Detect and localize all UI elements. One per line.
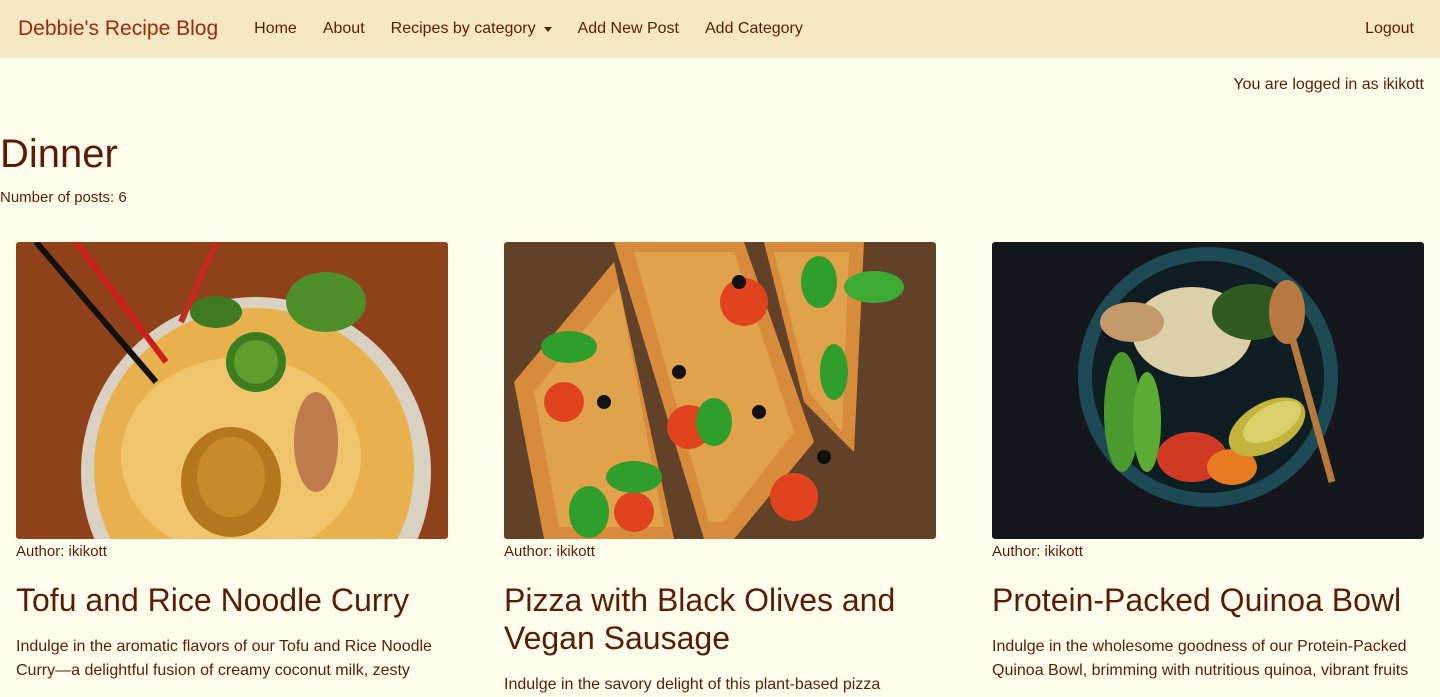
post-card: Author: ikikott Tofu and Rice Noodle Cur… [16,242,448,683]
post-author: Author: ikikott [504,543,595,560]
nav-categories-dropdown[interactable]: Recipes by category [391,20,552,38]
post-author: Author: ikikott [16,543,107,560]
nav-categories-label: Recipes by category [390,20,536,37]
post-excerpt: Indulge in the aromatic flavors of our T… [16,638,432,679]
post-title[interactable]: Pizza with Black Olives and Vegan Sausag… [504,581,936,657]
pizza-photo[interactable] [504,242,936,539]
logout-link[interactable]: Logout [1365,20,1414,38]
brand-link[interactable]: Debbie's Recipe Blog [18,17,218,41]
login-status: You are logged in as ikikott [1233,76,1424,93]
post-excerpt: Indulge in the savory delight of this pl… [504,676,881,693]
navbar: Debbie's Recipe Blog Home About Recipes … [0,0,1440,58]
caret-down-icon [543,26,552,32]
post-excerpt: Indulge in the wholesome goodness of our… [992,638,1409,679]
quinoa-bowl-photo[interactable] [992,242,1424,539]
post-author: Author: ikikott [992,543,1083,560]
post-card: Author: ikikott Protein-Packed Quinoa Bo… [992,242,1424,683]
nav-about-link[interactable]: About [323,20,365,38]
nav-add-post-link[interactable]: Add New Post [578,20,679,38]
nav-add-category-link[interactable]: Add Category [705,20,803,38]
post-count: Number of posts: 6 [0,189,127,206]
post-card: Author: ikikott Pizza with Black Olives … [504,242,936,697]
curry-photo[interactable] [16,242,448,539]
post-title[interactable]: Protein-Packed Quinoa Bowl [992,581,1424,619]
nav-home-link[interactable]: Home [254,20,297,38]
page-title: Dinner [0,132,118,176]
post-title[interactable]: Tofu and Rice Noodle Curry [16,581,448,619]
